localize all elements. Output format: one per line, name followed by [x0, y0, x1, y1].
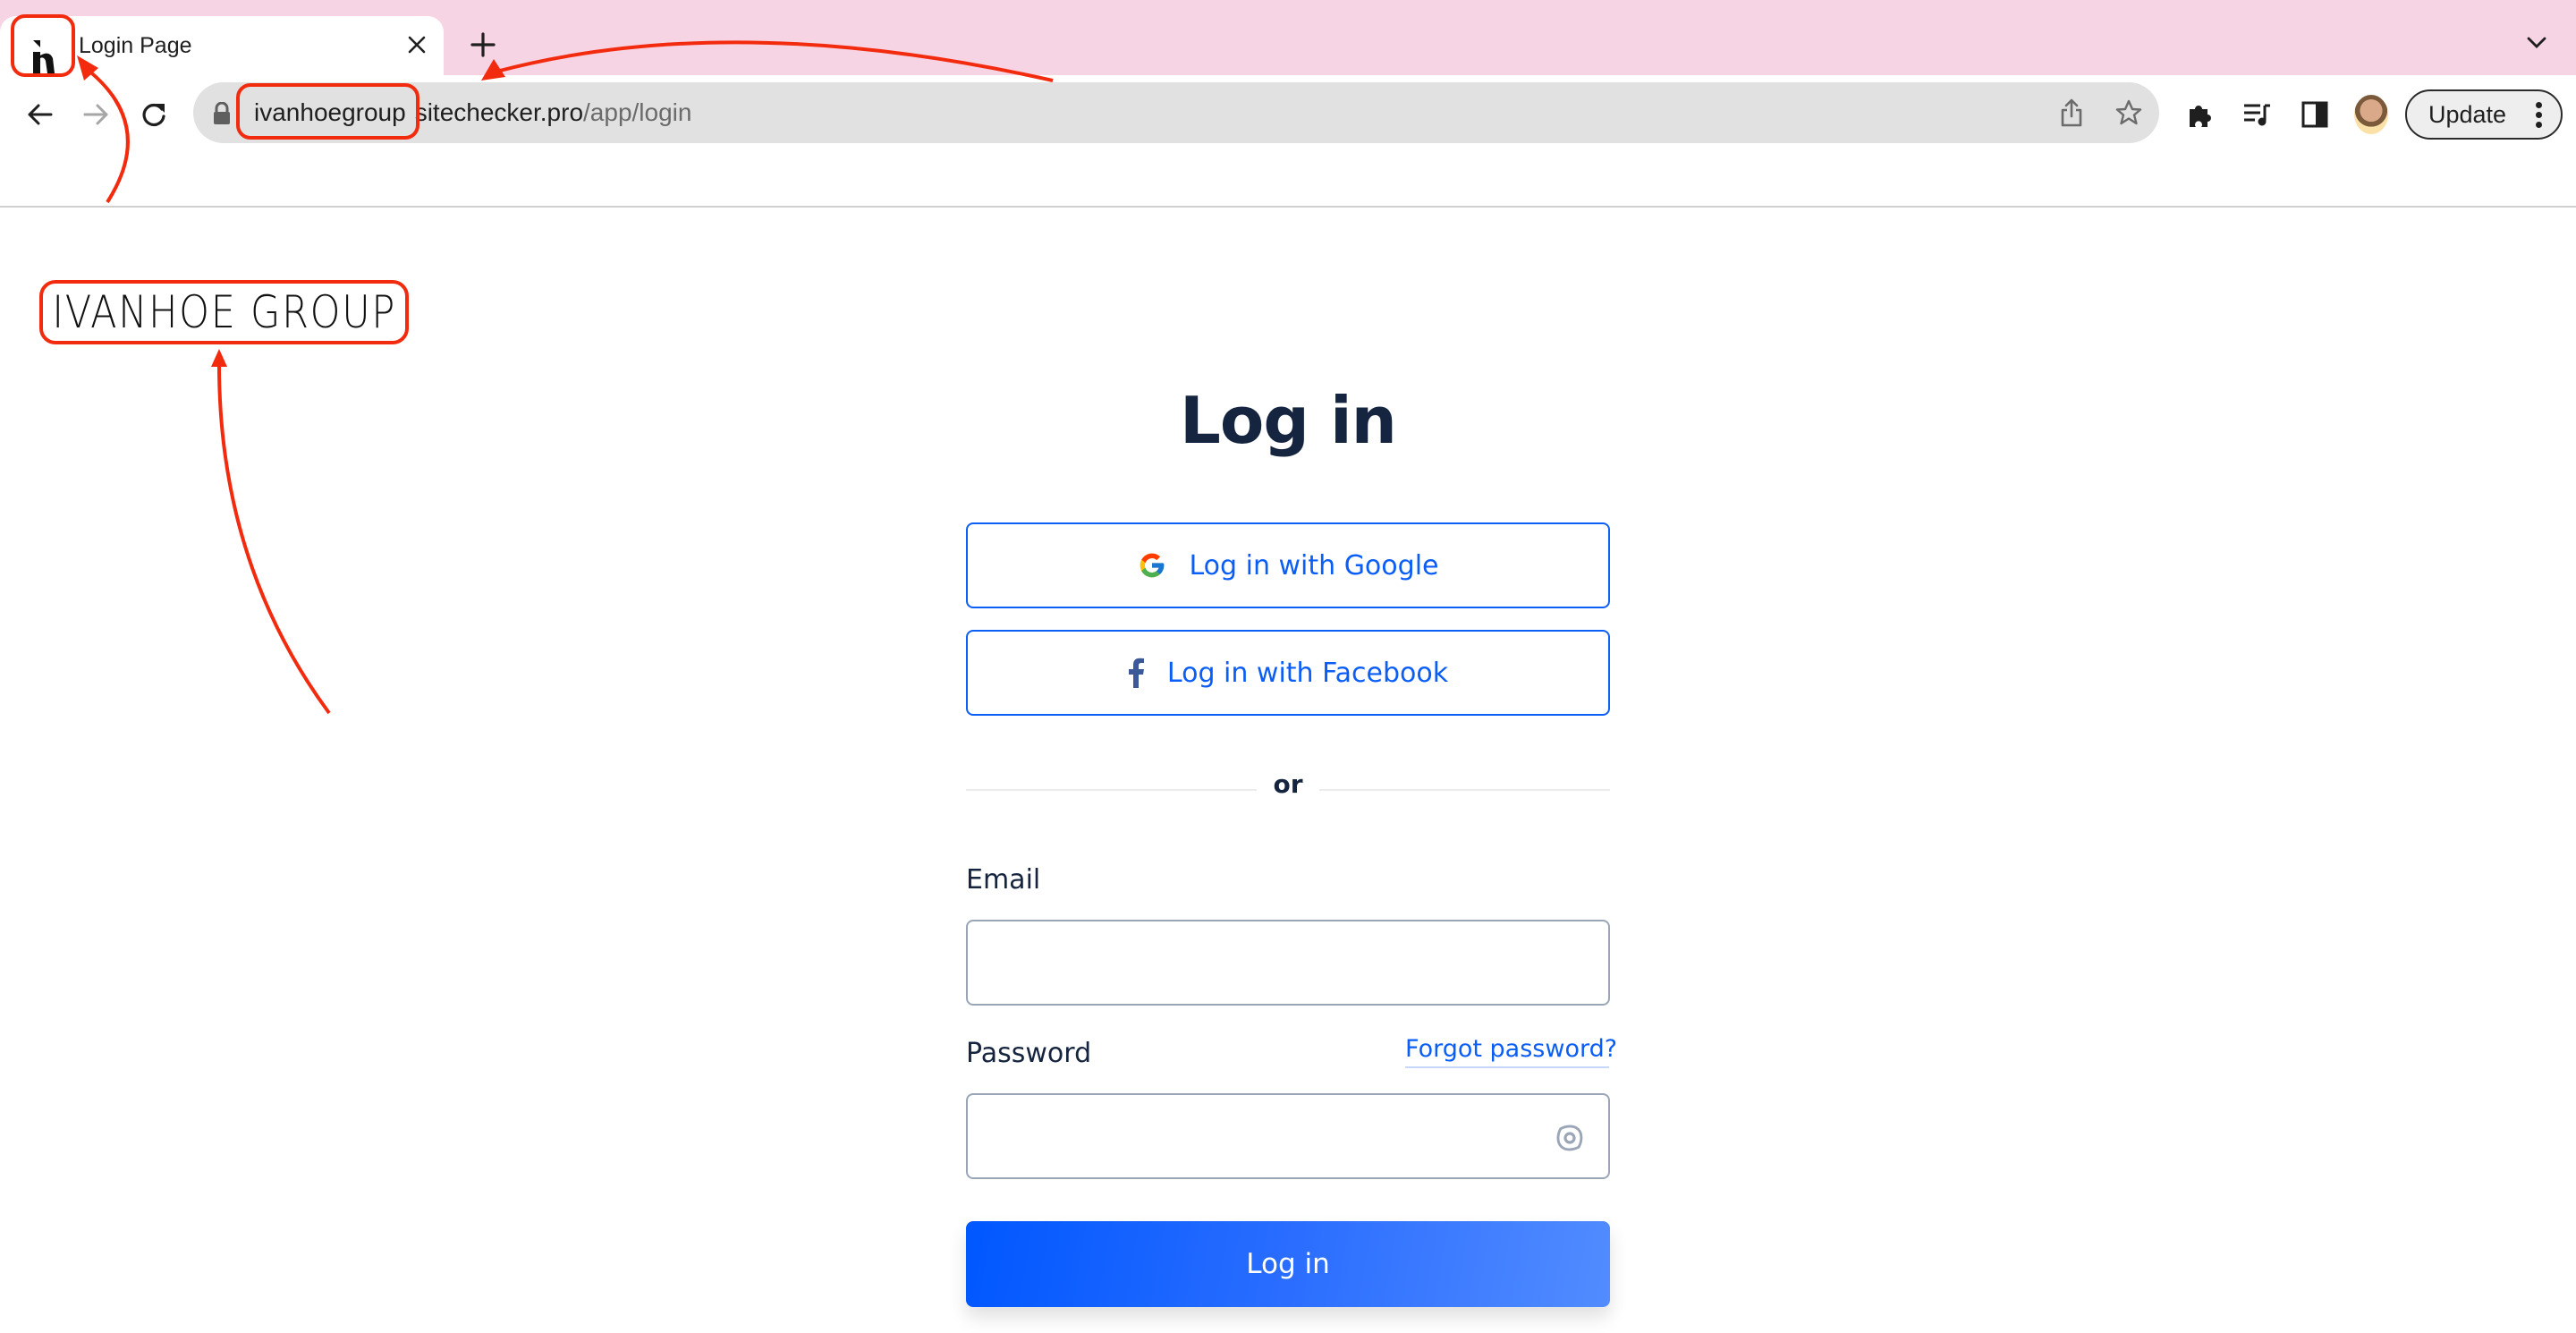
- close-tab-icon[interactable]: [399, 27, 435, 63]
- bookmark-star-icon[interactable]: [2111, 95, 2147, 131]
- lock-icon[interactable]: [213, 101, 231, 125]
- google-button-label: Log in with Google: [1189, 549, 1439, 582]
- brand-logo[interactable]: IVANHOE GROUP: [39, 280, 409, 344]
- divider-or-text: or: [1273, 769, 1303, 799]
- or-divider: or: [966, 769, 1610, 799]
- forgot-password-link[interactable]: Forgot password?: [1405, 1035, 1617, 1068]
- share-icon[interactable]: [2054, 95, 2089, 131]
- reload-icon[interactable]: [132, 93, 175, 136]
- media-playlist-icon[interactable]: [2238, 95, 2277, 134]
- url-path: /app/login: [583, 98, 692, 126]
- login-with-facebook-button[interactable]: Log in with Facebook: [966, 630, 1610, 716]
- update-button-label: Update: [2428, 100, 2507, 128]
- email-label: Email: [966, 864, 1041, 896]
- tab-strip: Login Page: [0, 0, 2576, 75]
- address-bar[interactable]: ivanhoegroup sitechecker.pro/app/login: [193, 82, 2159, 143]
- divider-line-right: [1319, 789, 1610, 791]
- password-input[interactable]: [968, 1095, 1608, 1177]
- tab-search-chevron-down-icon[interactable]: [2519, 25, 2555, 61]
- tab-title: Login Page: [79, 33, 192, 58]
- extensions-puzzle-icon[interactable]: [2181, 95, 2220, 134]
- annotation-favicon-highlight: [11, 14, 75, 77]
- login-submit-label: Log in: [1246, 1248, 1330, 1280]
- new-tab-plus-icon[interactable]: [463, 25, 503, 64]
- brand-logo-text: IVANHOE GROUP: [52, 286, 396, 338]
- facebook-icon: [1128, 658, 1144, 688]
- password-field[interactable]: [966, 1093, 1610, 1179]
- facebook-button-label: Log in with Facebook: [1166, 657, 1449, 689]
- annotation-host-highlight: [236, 83, 419, 140]
- password-label: Password: [966, 1038, 1092, 1069]
- update-button[interactable]: Update: [2405, 89, 2563, 140]
- annotation-arrow-to-brand: [211, 349, 331, 715]
- side-panel-icon[interactable]: [2295, 95, 2334, 134]
- profile-avatar[interactable]: [2354, 95, 2388, 134]
- show-password-eye-icon[interactable]: [1553, 1122, 1587, 1154]
- forward-arrow-icon[interactable]: [75, 93, 118, 136]
- login-submit-button[interactable]: Log in: [966, 1221, 1610, 1307]
- email-input[interactable]: [968, 921, 1608, 1004]
- back-arrow-icon[interactable]: [18, 93, 61, 136]
- more-menu-kebab-icon[interactable]: [2536, 102, 2543, 129]
- login-with-google-button[interactable]: Log in with Google: [966, 522, 1610, 608]
- email-field[interactable]: [966, 920, 1610, 1006]
- page-title: Log in: [1180, 383, 1397, 458]
- url-host-domain: sitechecker.pro: [414, 98, 584, 126]
- google-icon: [1138, 550, 1166, 581]
